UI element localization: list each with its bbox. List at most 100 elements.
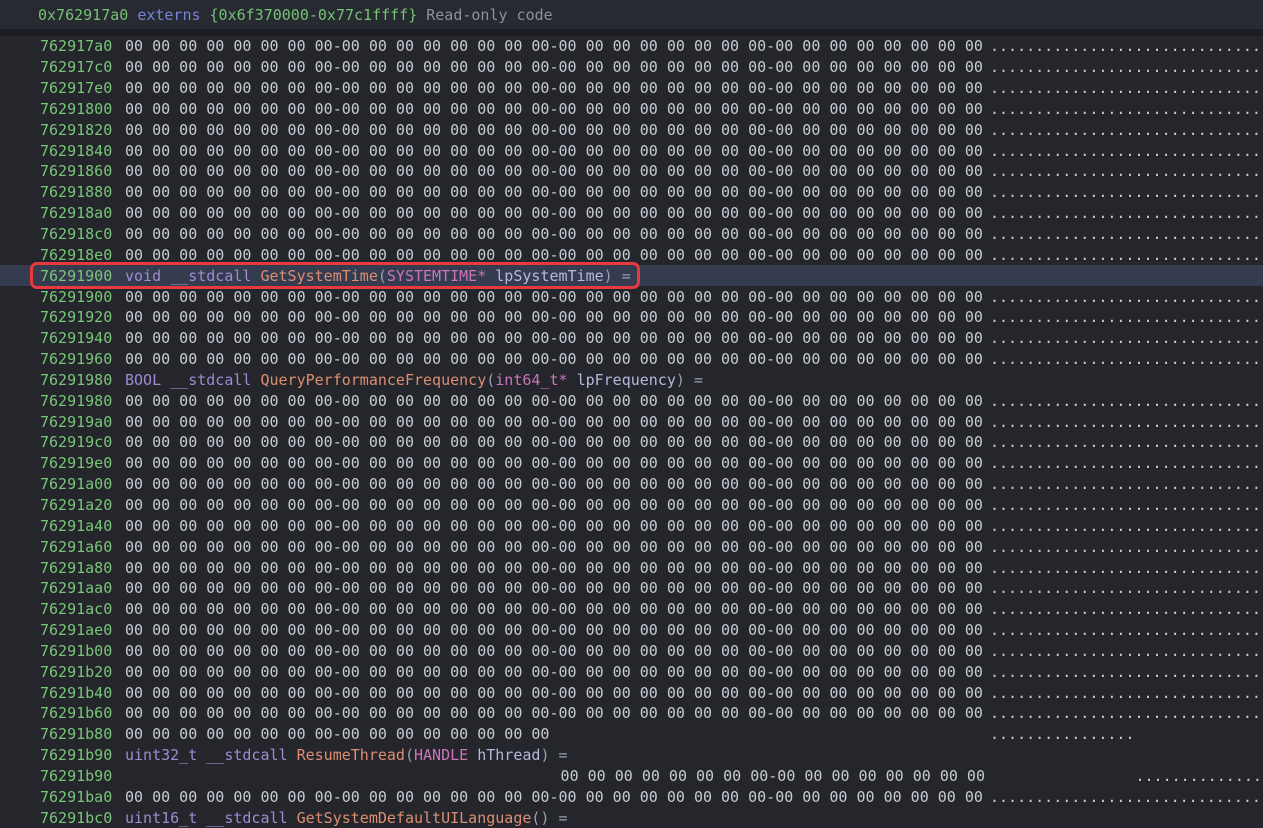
hex-dump-row[interactable]: 7629196000 00 00 00 00 00 00 00-00 00 00…	[0, 349, 1263, 370]
hex-bytes: 00 00 00 00 00 00 00 00-00 00 00 00 00 0…	[125, 392, 985, 410]
hex-bytes: 00 00 00 00 00 00 00 00-00 00 00 00 00 0…	[125, 767, 985, 785]
ascii-preview: ................................	[990, 663, 1263, 681]
hex-dump-row[interactable]: 76291840 00 00 00 00 00 00 00 00-00 00 00…	[0, 140, 1263, 161]
hex-bytes: 00 00 00 00 00 00 00 00-00 00 00 00 00 0…	[125, 246, 985, 264]
token-pn: ) =	[604, 267, 631, 285]
hex-bytes: 00 00 00 00 00 00 00 00-00 00 00 00 00 0…	[125, 162, 985, 180]
row-address: 76291940	[40, 329, 112, 347]
ascii-preview: ................................	[990, 788, 1263, 806]
hex-bytes: 00 00 00 00 00 00 00 00-00 00 00 00 00 0…	[125, 788, 985, 806]
ascii-preview: ................................	[990, 162, 1263, 180]
token-fn: ResumeThread	[297, 746, 405, 764]
ascii-preview: ................................	[990, 246, 1263, 264]
hex-dump-row[interactable]: 762919a000 00 00 00 00 00 00 00-00 00 00…	[0, 411, 1263, 432]
token-fn: GetSystemDefaultUILanguage	[297, 809, 532, 827]
hex-bytes: 00 00 00 00 00 00 00 00-00 00 00 00 00 0…	[125, 79, 985, 97]
hex-dump-row[interactable]: 76291ae000 00 00 00 00 00 00 00-00 00 00…	[0, 620, 1263, 641]
row-address: 762918e0	[40, 246, 112, 264]
hex-dump-row[interactable]: 762918c000 00 00 00 00 00 00 00-00 00 00…	[0, 224, 1263, 245]
token-pn: ) =	[540, 746, 567, 764]
token-pn	[288, 809, 297, 827]
hex-bytes: 00 00 00 00 00 00 00 00-00 00 00 00 00 0…	[125, 350, 985, 368]
section-header-bar: 0x762917a0 externs {0x6f370000-0x77c1fff…	[0, 0, 1263, 29]
hex-dump-row[interactable]: 76291a2000 00 00 00 00 00 00 00-00 00 00…	[0, 495, 1263, 516]
row-address: 76291840	[40, 142, 112, 160]
row-address: 76291b80	[40, 725, 112, 743]
hex-dump-row[interactable]: 76291940 00 00 00 00 00 00 00 00-00 00 00…	[0, 328, 1263, 349]
hex-bytes: 00 00 00 00 00 00 00 00-00 00 00 00 00 0…	[125, 725, 985, 743]
row-address: 76291b00	[40, 642, 112, 660]
hex-bytes: 00 00 00 00 00 00 00 00-00 00 00 00 00 0…	[125, 475, 985, 493]
row-address: 76291b40	[40, 684, 112, 702]
hex-bytes: 00 00 00 00 00 00 00 00-00 00 00 00 00 0…	[125, 142, 985, 160]
hex-dump-row[interactable]: 762919e0 00 00 00 00 00 00 00 00-00 00 00…	[0, 453, 1263, 474]
function-declaration-row[interactable]: 76291900void __stdcall GetSystemTime(SYS…	[0, 265, 1263, 286]
row-address: 76291b20	[40, 663, 112, 681]
section-name: externs	[137, 6, 200, 24]
ascii-preview: ................	[990, 767, 1263, 785]
hex-dump-row[interactable]: 76291a0000 00 00 00 00 00 00 00-00 00 00…	[0, 474, 1263, 495]
hex-dump-row[interactable]: 762919c000 00 00 00 00 00 00 00-00 00 00…	[0, 432, 1263, 453]
hex-dump-row[interactable]: 762918e0 00 00 00 00 00 00 00 00-00 00 00…	[0, 244, 1263, 265]
hex-dump-row[interactable]: 7629198000 00 00 00 00 00 00 00-00 00 00…	[0, 390, 1263, 411]
ascii-preview: ................................	[990, 225, 1263, 243]
hex-dump-row[interactable]: 7629182000 00 00 00 00 00 00 00-00 00 00…	[0, 119, 1263, 140]
ascii-preview: ................................	[990, 392, 1263, 410]
hex-dump-row[interactable]: 762918a0 00 00 00 00 00 00 00 00-00 00 00…	[0, 203, 1263, 224]
ascii-preview: ................................	[990, 121, 1263, 139]
hex-dump-row[interactable]: 76291a8000 00 00 00 00 00 00 00-00 00 00…	[0, 557, 1263, 578]
row-address: 762918a0	[40, 204, 112, 222]
hex-dump-row[interactable]: 76291ac000 00 00 00 00 00 00 00-00 00 00…	[0, 599, 1263, 620]
ascii-preview: ................................	[990, 308, 1263, 326]
hex-bytes: 00 00 00 00 00 00 00 00-00 00 00 00 00 0…	[125, 183, 985, 201]
hex-dump-row[interactable]: 76291880 00 00 00 00 00 00 00 00-00 00 00…	[0, 182, 1263, 203]
token-ty: HANDLE	[414, 746, 468, 764]
ascii-preview: ................................	[990, 204, 1263, 222]
hex-bytes: 00 00 00 00 00 00 00 00-00 00 00 00 00 0…	[125, 454, 985, 472]
row-address: 76291a60	[40, 538, 112, 556]
hex-dump-row[interactable]: 76291aa000 00 00 00 00 00 00 00-00 00 00…	[0, 578, 1263, 599]
hex-bytes: 00 00 00 00 00 00 00 00-00 00 00 00 00 0…	[125, 621, 985, 639]
hex-dump-row[interactable]: 762917c000 00 00 00 00 00 00 00-00 00 00…	[0, 57, 1263, 78]
token-ty: SYSTEMTIME*	[387, 267, 486, 285]
hex-dump-row[interactable]: 76291ba000 00 00 00 00 00 00 00-00 00 00…	[0, 786, 1263, 807]
hex-dump-row[interactable]: 76291b0000 00 00 00 00 00 00 00-00 00 00…	[0, 640, 1263, 661]
hex-dump-row[interactable]: 76291a4000 00 00 00 00 00 00 00-00 00 00…	[0, 515, 1263, 536]
token-fn: GetSystemTime	[260, 267, 377, 285]
hex-dump-row[interactable]: 76291b4000 00 00 00 00 00 00 00-00 00 00…	[0, 682, 1263, 703]
token-pn: (	[378, 267, 387, 285]
hex-dump-row[interactable]: 7629190000 00 00 00 00 00 00 00-00 00 00…	[0, 286, 1263, 307]
hex-dump-row[interactable]: 76291b80 00 00 00 00 00 00 00 00-00 00 00…	[0, 724, 1263, 745]
function-signature: void __stdcall GetSystemTime(SYSTEMTIME*…	[125, 267, 631, 285]
ascii-preview: ................................	[990, 517, 1263, 535]
section-address-range: {0x6f370000-0x77c1ffff}	[210, 6, 418, 24]
hex-dump-row[interactable]: 76291b20 00 00 00 00 00 00 00 00-00 00 00…	[0, 661, 1263, 682]
row-address: 762919e0	[40, 454, 112, 472]
row-address: 76291b90	[40, 767, 112, 785]
hex-dump-row[interactable]: 7629180000 00 00 00 00 00 00 00-00 00 00…	[0, 99, 1263, 120]
hex-dump-row[interactable]: 7629192000 00 00 00 00 00 00 00-00 00 00…	[0, 307, 1263, 328]
hex-bytes: 00 00 00 00 00 00 00 00-00 00 00 00 00 0…	[125, 329, 985, 347]
function-signature: BOOL __stdcall QueryPerformanceFrequency…	[125, 371, 703, 389]
hex-bytes: 00 00 00 00 00 00 00 00-00 00 00 00 00 0…	[125, 37, 985, 55]
ascii-preview: ................................	[990, 413, 1263, 431]
row-address: 76291880	[40, 183, 112, 201]
token-pn	[197, 746, 206, 764]
row-address: 762919c0	[40, 433, 112, 451]
hex-dump-row[interactable]: 76291b6000 00 00 00 00 00 00 00-00 00 00…	[0, 703, 1263, 724]
row-address: 76291a80	[40, 559, 112, 577]
hex-dump-row[interactable]: 76291b90 00 00 00 00 00 00 00 00-00 00 00…	[0, 766, 1263, 787]
function-declaration-row[interactable]: 76291b90uint32_t __stdcall ResumeThread(…	[0, 745, 1263, 766]
row-address: 762917c0	[40, 58, 112, 76]
hex-bytes: 00 00 00 00 00 00 00 00-00 00 00 00 00 0…	[125, 600, 985, 618]
ascii-preview: ................................	[990, 288, 1263, 306]
hex-bytes: 00 00 00 00 00 00 00 00-00 00 00 00 00 0…	[125, 204, 985, 222]
function-declaration-row[interactable]: 76291980BOOL __stdcall QueryPerformanceF…	[0, 370, 1263, 391]
hex-dump-row[interactable]: 762917a000 00 00 00 00 00 00 00-00 00 00…	[0, 36, 1263, 57]
ascii-preview: ................................	[990, 475, 1263, 493]
hex-dump-row[interactable]: 76291a6000 00 00 00 00 00 00 00-00 00 00…	[0, 536, 1263, 557]
function-declaration-row[interactable]: 76291bc0uint16_t __stdcall GetSystemDefa…	[0, 807, 1263, 828]
hex-dump-row[interactable]: 7629186000 00 00 00 00 00 00 00-00 00 00…	[0, 161, 1263, 182]
hex-dump-row[interactable]: 762917e000 00 00 00 00 00 00 00-00 00 00…	[0, 78, 1263, 99]
hex-bytes: 00 00 00 00 00 00 00 00-00 00 00 00 00 0…	[125, 663, 985, 681]
